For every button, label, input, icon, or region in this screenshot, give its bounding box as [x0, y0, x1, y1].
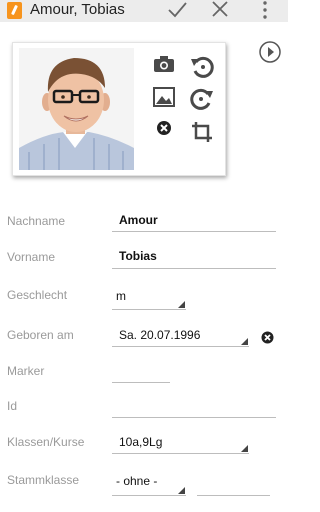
geboren-label: Geboren am [7, 328, 74, 342]
vorname-label: Vorname [7, 250, 56, 264]
vorname-underline [112, 268, 276, 269]
geschlecht-select[interactable]: m [116, 289, 126, 303]
photo-card [12, 42, 226, 176]
nachname-underline [112, 231, 276, 232]
crop-icon[interactable] [191, 121, 213, 143]
image-icon[interactable] [153, 87, 175, 107]
clear-date-icon[interactable] [261, 331, 274, 344]
close-icon[interactable] [210, 0, 230, 20]
profile-photo[interactable] [19, 48, 134, 170]
klassen-underline [112, 453, 249, 454]
stammklasse-label: Stammklasse [7, 473, 80, 487]
vorname-field[interactable]: Tobias [119, 249, 157, 263]
rotate-right-icon[interactable] [190, 88, 214, 110]
play-arrow-icon[interactable] [259, 41, 281, 63]
app-bar: Amour, Tobias [0, 0, 288, 22]
geboren-underline [112, 346, 249, 347]
rotate-left-icon[interactable] [190, 56, 214, 78]
klassen-dropdown-icon[interactable] [241, 445, 248, 452]
stammklasse-dropdown-icon[interactable] [178, 487, 185, 494]
geschlecht-underline [112, 309, 186, 310]
klassen-select[interactable]: 10a,9Lg [119, 435, 162, 449]
nachname-field[interactable]: Amour [119, 213, 158, 227]
geschlecht-label: Geschlecht [7, 288, 68, 302]
geschlecht-dropdown-icon[interactable] [178, 301, 185, 308]
stammklasse-underline [112, 495, 186, 496]
marker-underline [112, 382, 170, 383]
geboren-dropdown-icon[interactable] [241, 338, 248, 345]
check-icon[interactable] [166, 0, 188, 20]
marker-label: Marker [7, 364, 45, 378]
app-title: Amour, Tobias [30, 1, 125, 18]
klassen-label: Klassen/Kurse [7, 435, 85, 449]
stammklasse-extra-field[interactable] [197, 495, 270, 496]
geboren-date-picker[interactable]: Sa. 20.07.1996 [119, 328, 200, 342]
nachname-label: Nachname [7, 214, 66, 228]
app-logo-icon [7, 2, 22, 19]
camera-icon[interactable] [153, 55, 175, 73]
stammklasse-select[interactable]: - ohne - [116, 474, 157, 488]
delete-icon[interactable] [156, 120, 172, 136]
id-underline [112, 417, 276, 418]
more-vert-icon[interactable] [258, 0, 272, 20]
id-label: Id [7, 399, 18, 413]
